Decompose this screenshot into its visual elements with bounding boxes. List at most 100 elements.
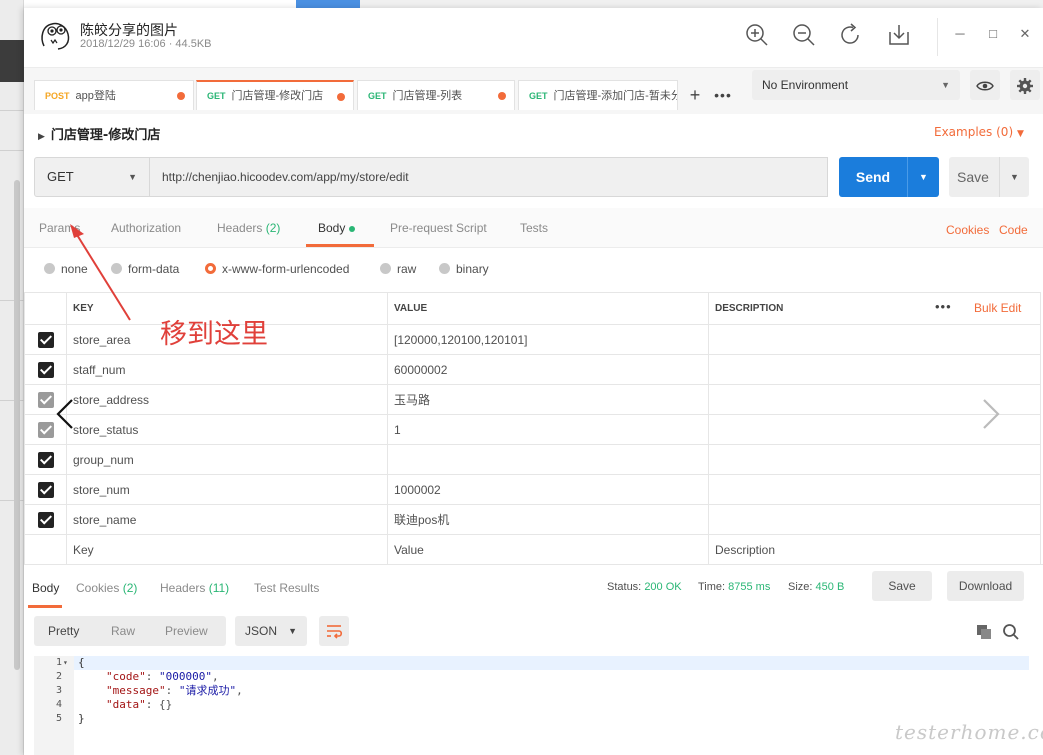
wrap-lines-icon[interactable] [319, 616, 349, 646]
chevron-down-icon[interactable]: ▼ [908, 157, 939, 197]
unsaved-dot-icon [498, 92, 506, 100]
row-checkbox-cell [24, 444, 67, 475]
row-checkbox[interactable] [37, 481, 54, 498]
response-body-editor[interactable]: 1 2 3 4 5 ▾ { "code": "000000", "message… [34, 656, 1029, 755]
tab-tests[interactable]: Tests [520, 221, 548, 235]
table-row: store_address 玉马路 [24, 384, 1041, 415]
previous-image-icon[interactable] [50, 394, 80, 434]
more-tabs-icon[interactable]: ••• [712, 84, 734, 106]
url-input[interactable]: http://chenjiao.hicoodev.com/app/my/stor… [150, 157, 828, 197]
cookies-link[interactable]: Cookies [946, 223, 989, 237]
tab-app-login[interactable]: POST app登陆 [34, 80, 194, 110]
line-number: 3 [55, 685, 62, 696]
tab-add-store[interactable]: GET 门店管理-添加门店-暂未分 [518, 80, 678, 110]
maximize-icon[interactable]: □ [985, 26, 1001, 42]
radio-binary[interactable]: binary [439, 262, 489, 276]
radio-selected-icon [205, 263, 216, 274]
tab-body[interactable]: Body [318, 221, 356, 235]
description-cell[interactable] [708, 354, 1041, 385]
download-button[interactable]: Download [947, 571, 1024, 601]
response-tab-test-results[interactable]: Test Results [254, 581, 319, 595]
row-checkbox[interactable] [37, 361, 54, 378]
close-icon[interactable]: ✕ [1017, 26, 1033, 42]
value-cell[interactable]: 玉马路 [387, 384, 709, 415]
rotate-icon[interactable] [838, 22, 864, 48]
next-image-icon[interactable] [976, 394, 1006, 434]
divider [0, 500, 24, 501]
row-checkbox[interactable] [37, 331, 54, 348]
method-select[interactable]: GET ▼ [34, 157, 150, 197]
response-view-bar: Pretty Raw Preview JSON ▼ [24, 608, 1043, 652]
gear-icon[interactable] [1010, 70, 1040, 100]
tab-method: GET [368, 91, 387, 101]
tab-store-list[interactable]: GET 门店管理-列表 [357, 80, 515, 110]
key-cell[interactable]: store_status [66, 414, 388, 445]
response-tab-body[interactable]: Body [32, 581, 59, 595]
code-line: } [78, 712, 85, 725]
postman-screenshot: POST app登陆 GET 门店管理-修改门店 GET 门店管理-列表 GET 门店管… [24, 68, 1043, 755]
request-title[interactable]: ▶ 门店管理-修改门店 [38, 124, 160, 143]
key-cell[interactable]: staff_num [66, 354, 388, 385]
row-checkbox-cell [24, 504, 67, 535]
new-value-input[interactable]: Value [387, 534, 709, 565]
add-tab-icon[interactable]: + [684, 84, 706, 106]
description-cell[interactable] [708, 474, 1041, 505]
value-cell[interactable]: [120000,120100,120101] [387, 324, 709, 355]
description-cell[interactable] [708, 504, 1041, 535]
fold-icon[interactable]: ▾ [63, 656, 68, 670]
examples-dropdown[interactable]: Examples (0) ▼ [934, 125, 1024, 139]
background-scrollbar[interactable] [14, 180, 20, 670]
key-cell[interactable]: store_name [66, 504, 388, 535]
value-cell[interactable]: 1000002 [387, 474, 709, 505]
tab-headers[interactable]: Headers (2) [217, 221, 280, 235]
response-save-button[interactable]: Save [872, 571, 932, 601]
chevron-down-icon: ▼ [1016, 129, 1024, 139]
size-readout: Size: 450 B [788, 581, 844, 593]
chevron-down-icon[interactable]: ▼ [1000, 157, 1029, 197]
new-description-input[interactable]: Description [708, 534, 1041, 565]
table-row: staff_num 60000002 [24, 354, 1041, 385]
description-cell[interactable] [708, 444, 1041, 475]
description-cell[interactable] [708, 324, 1041, 355]
value-cell[interactable]: 1 [387, 414, 709, 445]
status-value: 200 OK [644, 581, 682, 593]
bulk-edit-link[interactable]: Bulk Edit [974, 301, 1021, 315]
key-cell[interactable]: store_num [66, 474, 388, 505]
row-checkbox[interactable] [37, 511, 54, 528]
column-header-value: VALUE [387, 292, 709, 325]
send-button[interactable]: Send ▼ [839, 157, 939, 197]
download-icon[interactable] [886, 22, 912, 48]
value-cell[interactable]: 60000002 [387, 354, 709, 385]
zoom-in-icon[interactable] [744, 22, 770, 48]
view-raw[interactable]: Raw [111, 616, 135, 646]
radio-raw[interactable]: raw [380, 262, 416, 276]
copy-icon[interactable] [976, 624, 992, 640]
response-tab-headers[interactable]: Headers (11) [160, 581, 229, 595]
red-arrow-icon [70, 224, 131, 321]
tab-pre-request-script[interactable]: Pre-request Script [390, 221, 487, 235]
more-options-icon[interactable]: ••• [935, 299, 952, 314]
tab-edit-store[interactable]: GET 门店管理-修改门店 [196, 80, 354, 110]
key-cell[interactable]: group_num [66, 444, 388, 475]
value-cell[interactable] [387, 444, 709, 475]
code-link[interactable]: Code [999, 223, 1028, 237]
radio-label: binary [456, 262, 489, 276]
view-pretty[interactable]: Pretty [48, 616, 79, 646]
row-checkbox[interactable] [37, 451, 54, 468]
zoom-out-icon[interactable] [791, 22, 817, 48]
new-key-input[interactable]: Key [66, 534, 388, 565]
save-button[interactable]: Save ▼ [949, 157, 1029, 197]
value-cell[interactable]: 联迪pos机 [387, 504, 709, 535]
environment-select[interactable]: No Environment ▼ [752, 70, 960, 100]
minimize-icon[interactable]: ─ [952, 26, 968, 42]
radio-x-www-form-urlencoded[interactable]: x-www-form-urlencoded [205, 262, 349, 276]
response-tab-cookies[interactable]: Cookies (2) [76, 581, 137, 595]
key-cell[interactable]: store_address [66, 384, 388, 415]
time-value: 8755 ms [728, 581, 771, 593]
format-select[interactable]: JSON ▼ [235, 616, 307, 646]
eye-icon[interactable] [970, 70, 1000, 100]
tab-label: 门店管理-修改门店 [231, 90, 324, 102]
view-preview[interactable]: Preview [165, 616, 208, 646]
search-icon[interactable] [1002, 623, 1020, 641]
line-number: 5 [55, 713, 62, 724]
